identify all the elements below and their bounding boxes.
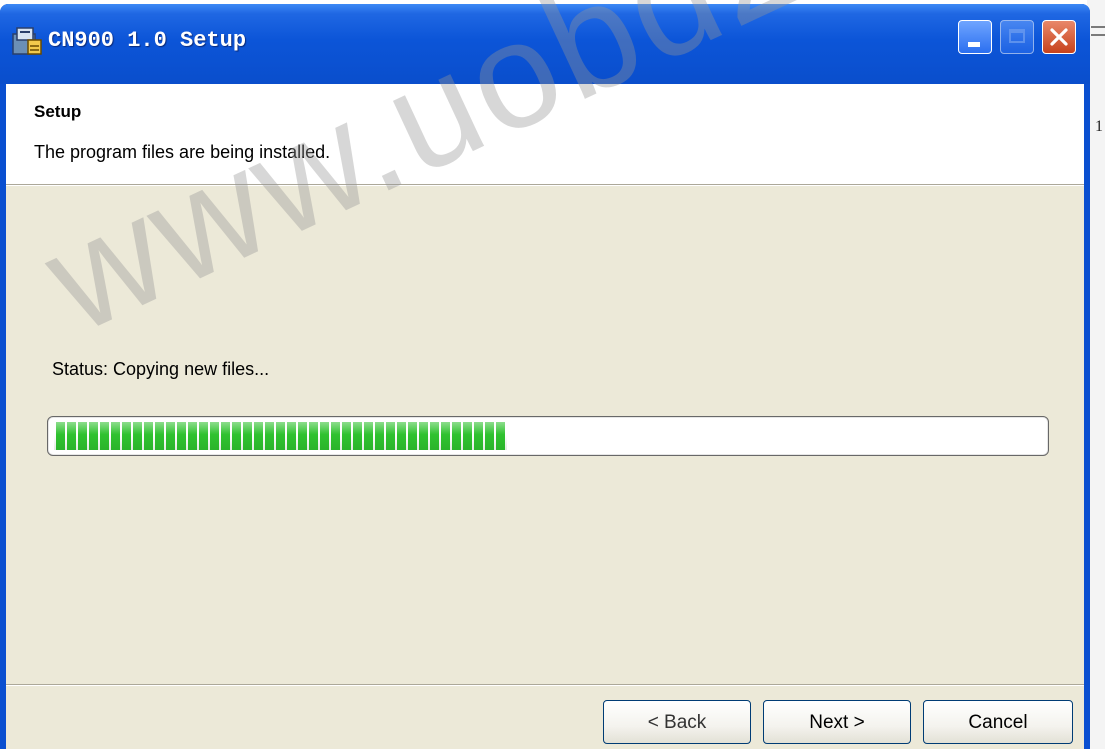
footer-separator-highlight — [6, 685, 1084, 686]
back-button[interactable]: < Back — [603, 700, 751, 744]
progress-fill — [54, 422, 507, 450]
minimize-icon — [968, 42, 980, 47]
header-separator — [6, 185, 1084, 186]
close-icon — [1050, 28, 1068, 46]
background-menu-icon — [1091, 26, 1105, 36]
close-button[interactable] — [1042, 20, 1076, 54]
window-title: CN900 1.0 Setup — [48, 28, 247, 53]
title-bar[interactable]: CN900 1.0 Setup — [0, 4, 1090, 84]
maximize-button[interactable] — [1000, 20, 1034, 54]
header-description: The program files are being installed. — [34, 142, 331, 162]
next-button[interactable]: Next > — [763, 700, 911, 744]
status-text: Status: Copying new files... — [52, 359, 270, 379]
setup-window: CN900 1.0 Setup Setup The program files … — [0, 4, 1090, 749]
progress-bar — [47, 416, 1049, 456]
dialog-body: Setup The program files are being instal… — [6, 84, 1084, 749]
background-glyph: 1 — [1095, 118, 1103, 135]
installer-icon — [10, 24, 44, 58]
header-banner: Setup The program files are being instal… — [6, 84, 1084, 185]
header-title: Setup — [34, 102, 82, 121]
maximize-icon — [1009, 29, 1025, 43]
minimize-button[interactable] — [958, 20, 992, 54]
cancel-button[interactable]: Cancel — [923, 700, 1073, 744]
